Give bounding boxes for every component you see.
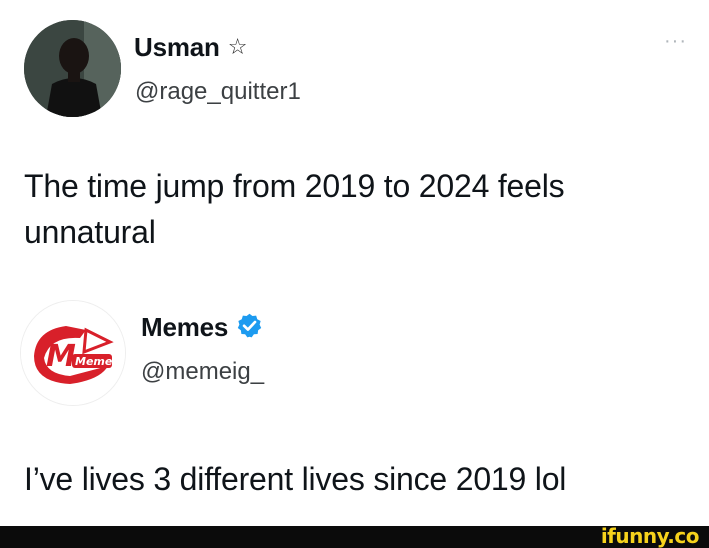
display-name[interactable]: Usman ☆: [134, 32, 247, 63]
post-usman: Usman ☆ @rage_quitter1 ··· The time jump …: [0, 0, 709, 270]
display-name[interactable]: Memes: [141, 312, 263, 343]
avatar-memes[interactable]: M Memes: [20, 300, 126, 406]
memes-logo-icon: M Memes: [21, 301, 125, 405]
memes-logo-letter: M: [46, 339, 76, 374]
post-text: I’ve lives 3 different lives since 2019 …: [24, 461, 567, 497]
post-memes: M Memes Memes @memeig_ I’ve lives 3 diff…: [0, 286, 709, 526]
ifunny-watermark-logo: ifunny.co: [600, 524, 700, 548]
person-avatar-image: [24, 20, 121, 117]
post-text: The time jump from 2019 to 2024 feels un…: [24, 168, 565, 250]
verified-checkmark-icon: [237, 313, 262, 338]
watermark-bar: ifunny.co: [0, 524, 709, 548]
star-outline-icon: ☆: [227, 34, 248, 59]
user-handle[interactable]: @memeig_: [141, 358, 264, 386]
user-handle[interactable]: @rage_quitter1: [135, 78, 301, 106]
memes-logo-wordmark: Memes: [75, 355, 119, 368]
ellipsis-icon[interactable]: ···: [664, 31, 687, 51]
avatar-usman[interactable]: [24, 20, 121, 117]
